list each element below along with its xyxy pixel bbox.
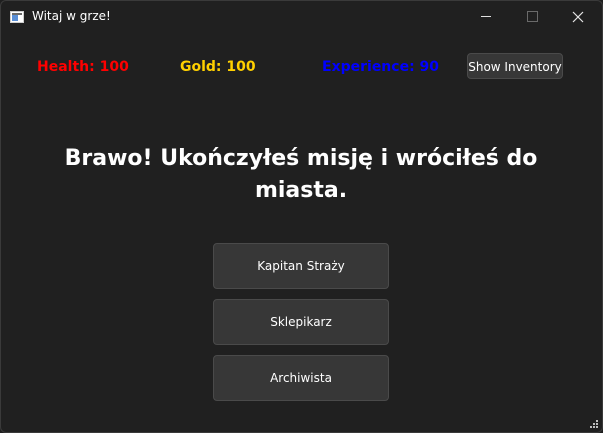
gold-stat: Gold: 100 xyxy=(180,59,256,75)
maximize-icon xyxy=(527,11,538,22)
npc-button-archiwista[interactable]: Archiwista xyxy=(213,355,389,401)
maximize-button[interactable] xyxy=(509,1,555,33)
title-bar[interactable]: Witaj w grze! xyxy=(1,1,602,33)
app-window-icon xyxy=(10,11,24,23)
close-icon xyxy=(572,11,584,23)
minimize-button[interactable] xyxy=(463,1,509,33)
resize-grip-icon[interactable] xyxy=(590,420,598,428)
npc-button-sklepikarz[interactable]: Sklepikarz xyxy=(213,299,389,345)
experience-stat: Experience: 90 xyxy=(322,59,440,75)
game-window: Witaj w grze! Health: 100 Gold: 100 Expe… xyxy=(0,0,603,433)
story-message: Brawo! Ukończyłeś misję i wróciłeś do mi… xyxy=(64,146,538,203)
npc-button-kapitan-strazy[interactable]: Kapitan Straży xyxy=(213,243,389,289)
show-inventory-button[interactable]: Show Inventory xyxy=(467,53,563,79)
close-button[interactable] xyxy=(555,1,601,33)
window-title: Witaj w grze! xyxy=(32,9,111,23)
health-stat: Health: 100 xyxy=(37,59,129,75)
minimize-icon xyxy=(481,16,491,17)
